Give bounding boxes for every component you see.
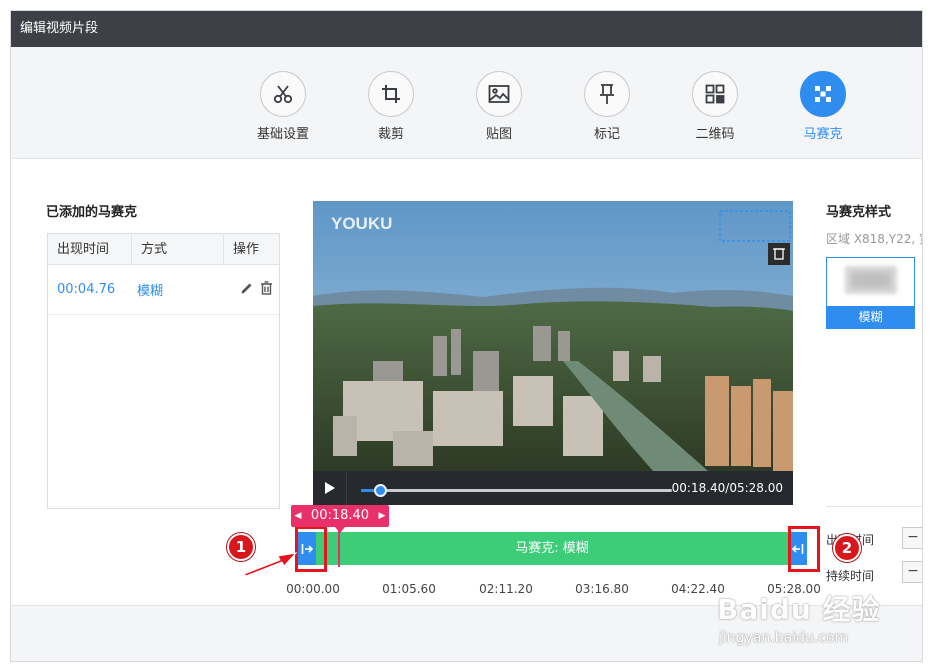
time-readout: 00:18.40/05:28.00 (671, 481, 783, 495)
style-option-blur[interactable]: 模糊 (826, 257, 915, 329)
tool-crop[interactable]: 裁剪 (351, 71, 431, 142)
mosaic-list-header: 出现时间 方式 操作 (48, 234, 279, 265)
appear-time-decrease-button[interactable]: − (902, 527, 922, 549)
region-info: 区域 X818,Y22, 宽 (826, 232, 923, 246)
tool-label: 二维码 (695, 127, 735, 142)
column-header: 方式 (132, 234, 224, 264)
tool-qrcode[interactable]: 二维码 (675, 71, 755, 142)
mosaic-clip[interactable]: 马赛克: 模糊 (297, 532, 807, 565)
qrcode-icon (692, 71, 738, 117)
tool-label: 基础设置 (256, 127, 309, 142)
watermark-url: jingyan.baidu.com (719, 630, 849, 646)
tick-label: 03:16.80 (575, 582, 629, 596)
tick-label: 01:05.60 (382, 582, 436, 596)
tool-label: 贴图 (485, 127, 512, 142)
annotation-badge-2: 2 (833, 534, 861, 562)
clip-label: 马赛克: 模糊 (515, 541, 589, 556)
mosaic-style-title: 马赛克样式 (826, 205, 892, 220)
image-icon (476, 71, 522, 117)
current-time: 00:18.40 (310, 508, 370, 523)
added-mosaic-title: 已添加的马赛克 (46, 205, 138, 220)
edit-video-window: 编辑视频片段 基础设置 裁剪 贴图 标记 二维码 马赛克 已添加的马赛克 出现时… (10, 10, 923, 662)
step-forward-icon[interactable]: ▶ (375, 505, 389, 527)
tool-basic-settings[interactable]: 基础设置 (243, 71, 323, 142)
video-frame: YOUKU (313, 201, 793, 471)
tick-label: 02:11.20 (479, 582, 533, 596)
youku-watermark: YOUKU (331, 214, 392, 233)
mosaic-icon (800, 71, 846, 117)
tool-label: 马赛克 (803, 127, 843, 142)
blur-preview-inner (851, 272, 891, 288)
trash-icon[interactable] (260, 280, 273, 299)
video-preview[interactable]: YOUKU (313, 201, 793, 471)
column-header: 操作 (233, 242, 260, 257)
baidu-jingyan-watermark: Baidu 经验 jingyan.baidu.com (717, 588, 881, 646)
crop-icon (368, 71, 414, 117)
tool-mosaic[interactable]: 马赛克 (783, 71, 863, 142)
step-back-icon[interactable]: ◀ (291, 505, 305, 527)
tick-label: 00:00.00 (286, 582, 340, 596)
list-item[interactable]: 00:04.76 模糊 (48, 265, 279, 315)
window-title: 编辑视频片段 (11, 11, 922, 47)
tool-label: 裁剪 (377, 127, 404, 142)
tool-sticker[interactable]: 贴图 (459, 71, 539, 142)
scissors-icon (260, 71, 306, 117)
region-delete-button[interactable] (768, 243, 790, 265)
playhead[interactable] (338, 527, 340, 567)
pin-icon (584, 71, 630, 117)
player-controls: 00:18.40/05:28.00 (313, 471, 793, 505)
mosaic-list: 出现时间 方式 操作 00:04.76 模糊 (47, 233, 280, 509)
annotation-badge-1: 1 (227, 533, 255, 561)
item-time: 00:04.76 (57, 282, 116, 297)
tool-mark[interactable]: 标记 (567, 71, 647, 142)
watermark-brand: Baidu 经验 (717, 593, 881, 626)
tool-label: 标记 (593, 127, 620, 142)
current-time-tag[interactable]: ◀ 00:18.40 ▶ (291, 505, 389, 533)
progress-slider[interactable] (361, 484, 672, 497)
edit-icon[interactable] (240, 281, 254, 299)
progress-knob[interactable] (373, 484, 387, 497)
play-button[interactable] (313, 471, 347, 505)
item-mode: 模糊 (137, 284, 164, 299)
duration-decrease-button[interactable]: − (902, 561, 922, 583)
play-icon (324, 482, 335, 494)
style-option-label: 模糊 (827, 306, 914, 328)
divider (826, 506, 922, 507)
highlight-end-handle (788, 526, 820, 572)
column-header: 出现时间 (48, 234, 132, 264)
toolbar: 基础设置 裁剪 贴图 标记 二维码 马赛克 (11, 47, 922, 159)
duration-label: 持续时间 (826, 569, 875, 583)
